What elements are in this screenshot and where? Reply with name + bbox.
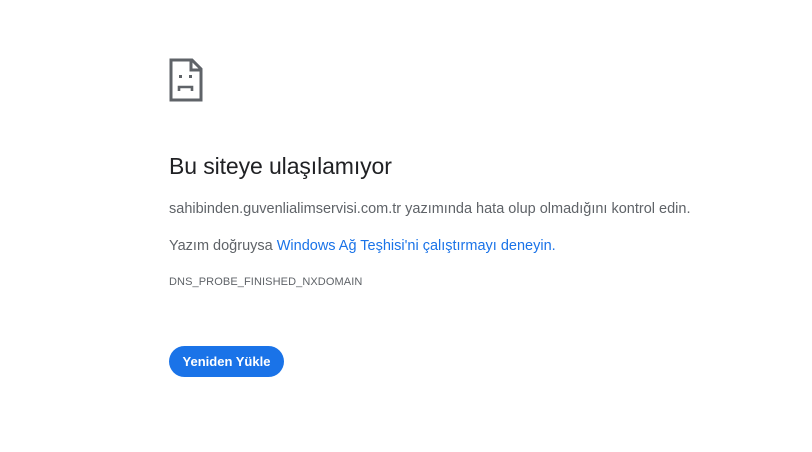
error-page: Bu siteye ulaşılamıyor sahibinden.guvenl… bbox=[0, 0, 812, 452]
error-message: sahibinden.guvenlialimservisi.com.tr yaz… bbox=[169, 201, 691, 217]
network-diagnostics-link[interactable]: Windows Ağ Teşhisi'ni çalıştırmayı deney… bbox=[277, 238, 556, 254]
suggestion-message: Yazım doğruysa Windows Ağ Teşhisi'ni çal… bbox=[169, 236, 769, 256]
sad-page-icon bbox=[169, 58, 203, 102]
error-code: DNS_PROBE_FINISHED_NXDOMAIN bbox=[169, 276, 363, 288]
suggestion-prefix: Yazım doğruysa bbox=[169, 238, 277, 254]
reload-button[interactable]: Yeniden Yükle bbox=[169, 346, 284, 377]
page-title: Bu siteye ulaşılamıyor bbox=[169, 153, 392, 179]
error-content: Bu siteye ulaşılamıyor sahibinden.guvenl… bbox=[169, 58, 769, 289]
